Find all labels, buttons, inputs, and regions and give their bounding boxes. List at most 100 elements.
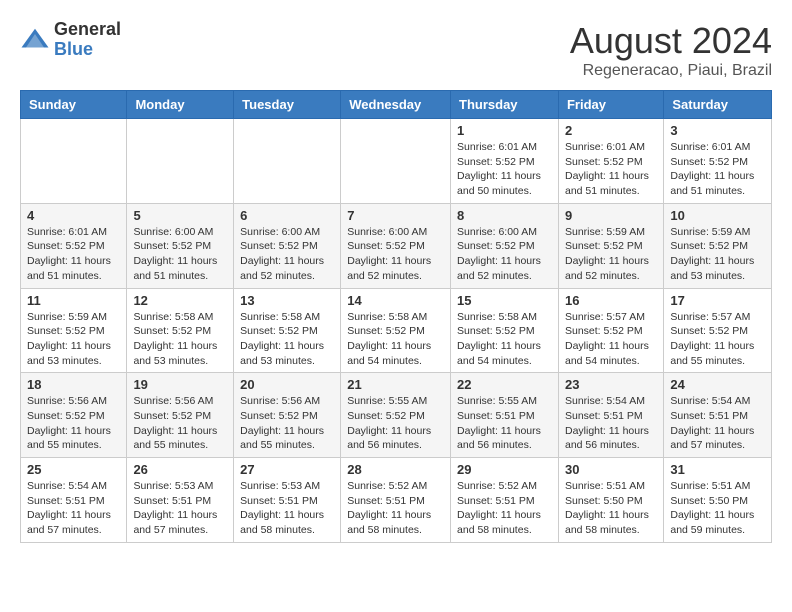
day-number: 11 <box>27 293 120 308</box>
calendar-cell: 28 Sunrise: 5:52 AMSunset: 5:51 PMDayligh… <box>341 458 451 543</box>
day-number: 4 <box>27 208 120 223</box>
day-info: Sunrise: 6:01 AMSunset: 5:52 PMDaylight:… <box>457 140 552 199</box>
calendar-cell: 31 Sunrise: 5:51 AMSunset: 5:50 PMDayligh… <box>664 458 772 543</box>
calendar-cell: 4 Sunrise: 6:01 AMSunset: 5:52 PMDaylight… <box>21 203 127 288</box>
day-info: Sunrise: 5:52 AMSunset: 5:51 PMDaylight:… <box>457 479 552 538</box>
title-block: August 2024 Regeneracao, Piaui, Brazil <box>570 20 772 80</box>
calendar-cell: 10 Sunrise: 5:59 AMSunset: 5:52 PMDayligh… <box>664 203 772 288</box>
week-row-3: 18 Sunrise: 5:56 AMSunset: 5:52 PMDayligh… <box>21 373 772 458</box>
calendar-cell: 17 Sunrise: 5:57 AMSunset: 5:52 PMDayligh… <box>664 288 772 373</box>
day-number: 20 <box>240 377 334 392</box>
header-cell-sunday: Sunday <box>21 91 127 119</box>
day-number: 10 <box>670 208 765 223</box>
day-info: Sunrise: 5:59 AMSunset: 5:52 PMDaylight:… <box>565 225 657 284</box>
calendar-cell: 16Sunrise: 5:57 AMSunset: 5:52 PMDayligh… <box>558 288 663 373</box>
calendar-cell: 19 Sunrise: 5:56 AMSunset: 5:52 PMDayligh… <box>127 373 234 458</box>
calendar-cell: 26 Sunrise: 5:53 AMSunset: 5:51 PMDayligh… <box>127 458 234 543</box>
calendar-cell: 15 Sunrise: 5:58 AMSunset: 5:52 PMDayligh… <box>451 288 559 373</box>
calendar-cell: 2 Sunrise: 6:01 AMSunset: 5:52 PMDaylight… <box>558 119 663 204</box>
day-info: Sunrise: 5:53 AMSunset: 5:51 PMDaylight:… <box>133 479 227 538</box>
calendar-cell: 18 Sunrise: 5:56 AMSunset: 5:52 PMDayligh… <box>21 373 127 458</box>
day-info: Sunrise: 5:54 AMSunset: 5:51 PMDaylight:… <box>565 394 657 453</box>
calendar-cell: 23 Sunrise: 5:54 AMSunset: 5:51 PMDayligh… <box>558 373 663 458</box>
calendar-cell: 13Sunrise: 5:58 AMSunset: 5:52 PMDayligh… <box>234 288 341 373</box>
day-number: 3 <box>670 123 765 138</box>
day-number: 17 <box>670 293 765 308</box>
day-number: 9 <box>565 208 657 223</box>
week-row-0: 1 Sunrise: 6:01 AMSunset: 5:52 PMDaylight… <box>21 119 772 204</box>
header-cell-wednesday: Wednesday <box>341 91 451 119</box>
header-cell-tuesday: Tuesday <box>234 91 341 119</box>
logo-icon <box>20 25 50 55</box>
day-info: Sunrise: 6:01 AMSunset: 5:52 PMDaylight:… <box>27 225 120 284</box>
day-number: 2 <box>565 123 657 138</box>
calendar-cell <box>127 119 234 204</box>
day-info: Sunrise: 5:58 AMSunset: 5:52 PMDaylight:… <box>133 310 227 369</box>
day-info: Sunrise: 5:57 AMSunset: 5:52 PMDaylight:… <box>565 310 657 369</box>
calendar-cell: 29 Sunrise: 5:52 AMSunset: 5:51 PMDayligh… <box>451 458 559 543</box>
day-number: 30 <box>565 462 657 477</box>
calendar-header: SundayMondayTuesdayWednesdayThursdayFrid… <box>21 91 772 119</box>
day-number: 7 <box>347 208 444 223</box>
header-cell-monday: Monday <box>127 91 234 119</box>
month-year: August 2024 <box>570 20 772 62</box>
day-number: 15 <box>457 293 552 308</box>
day-number: 24 <box>670 377 765 392</box>
day-info: Sunrise: 6:00 AMSunset: 5:52 PMDaylight:… <box>457 225 552 284</box>
calendar-cell: 5 Sunrise: 6:00 AMSunset: 5:52 PMDaylight… <box>127 203 234 288</box>
day-info: Sunrise: 6:00 AMSunset: 5:52 PMDaylight:… <box>240 225 334 284</box>
day-number: 22 <box>457 377 552 392</box>
week-row-4: 25Sunrise: 5:54 AMSunset: 5:51 PMDayligh… <box>21 458 772 543</box>
day-number: 12 <box>133 293 227 308</box>
calendar-cell: 25Sunrise: 5:54 AMSunset: 5:51 PMDayligh… <box>21 458 127 543</box>
day-number: 5 <box>133 208 227 223</box>
day-info: Sunrise: 5:56 AMSunset: 5:52 PMDaylight:… <box>27 394 120 453</box>
calendar-cell: 8 Sunrise: 6:00 AMSunset: 5:52 PMDaylight… <box>451 203 559 288</box>
day-info: Sunrise: 6:00 AMSunset: 5:52 PMDaylight:… <box>133 225 227 284</box>
logo-text: General Blue <box>54 20 121 60</box>
day-number: 23 <box>565 377 657 392</box>
day-number: 28 <box>347 462 444 477</box>
day-info: Sunrise: 6:00 AMSunset: 5:52 PMDaylight:… <box>347 225 444 284</box>
calendar-cell <box>234 119 341 204</box>
day-info: Sunrise: 5:51 AMSunset: 5:50 PMDaylight:… <box>565 479 657 538</box>
day-info: Sunrise: 5:57 AMSunset: 5:52 PMDaylight:… <box>670 310 765 369</box>
day-info: Sunrise: 5:58 AMSunset: 5:52 PMDaylight:… <box>457 310 552 369</box>
calendar-cell: 1 Sunrise: 6:01 AMSunset: 5:52 PMDaylight… <box>451 119 559 204</box>
day-number: 18 <box>27 377 120 392</box>
calendar-cell: 27Sunrise: 5:53 AMSunset: 5:51 PMDayligh… <box>234 458 341 543</box>
calendar-cell: 9 Sunrise: 5:59 AMSunset: 5:52 PMDaylight… <box>558 203 663 288</box>
day-info: Sunrise: 5:51 AMSunset: 5:50 PMDaylight:… <box>670 479 765 538</box>
day-number: 29 <box>457 462 552 477</box>
day-number: 1 <box>457 123 552 138</box>
day-number: 26 <box>133 462 227 477</box>
day-info: Sunrise: 5:56 AMSunset: 5:52 PMDaylight:… <box>133 394 227 453</box>
day-number: 27 <box>240 462 334 477</box>
day-number: 21 <box>347 377 444 392</box>
calendar-cell: 22Sunrise: 5:55 AMSunset: 5:51 PMDayligh… <box>451 373 559 458</box>
calendar-cell: 6 Sunrise: 6:00 AMSunset: 5:52 PMDaylight… <box>234 203 341 288</box>
day-number: 19 <box>133 377 227 392</box>
day-info: Sunrise: 6:01 AMSunset: 5:52 PMDaylight:… <box>565 140 657 199</box>
day-info: Sunrise: 5:52 AMSunset: 5:51 PMDaylight:… <box>347 479 444 538</box>
day-number: 31 <box>670 462 765 477</box>
day-number: 13 <box>240 293 334 308</box>
logo: General Blue <box>20 20 121 60</box>
header-cell-saturday: Saturday <box>664 91 772 119</box>
day-number: 8 <box>457 208 552 223</box>
day-number: 25 <box>27 462 120 477</box>
logo-general: General <box>54 20 121 40</box>
calendar-cell <box>21 119 127 204</box>
header-cell-thursday: Thursday <box>451 91 559 119</box>
calendar-cell: 24 Sunrise: 5:54 AMSunset: 5:51 PMDayligh… <box>664 373 772 458</box>
day-info: Sunrise: 5:59 AMSunset: 5:52 PMDaylight:… <box>670 225 765 284</box>
header-row: SundayMondayTuesdayWednesdayThursdayFrid… <box>21 91 772 119</box>
calendar-table: SundayMondayTuesdayWednesdayThursdayFrid… <box>20 90 772 543</box>
day-number: 6 <box>240 208 334 223</box>
header-cell-friday: Friday <box>558 91 663 119</box>
day-info: Sunrise: 5:56 AMSunset: 5:52 PMDaylight:… <box>240 394 334 453</box>
calendar-cell: 12 Sunrise: 5:58 AMSunset: 5:52 PMDayligh… <box>127 288 234 373</box>
day-info: Sunrise: 5:59 AMSunset: 5:52 PMDaylight:… <box>27 310 120 369</box>
calendar-cell: 14Sunrise: 5:58 AMSunset: 5:52 PMDayligh… <box>341 288 451 373</box>
day-info: Sunrise: 5:54 AMSunset: 5:51 PMDaylight:… <box>670 394 765 453</box>
